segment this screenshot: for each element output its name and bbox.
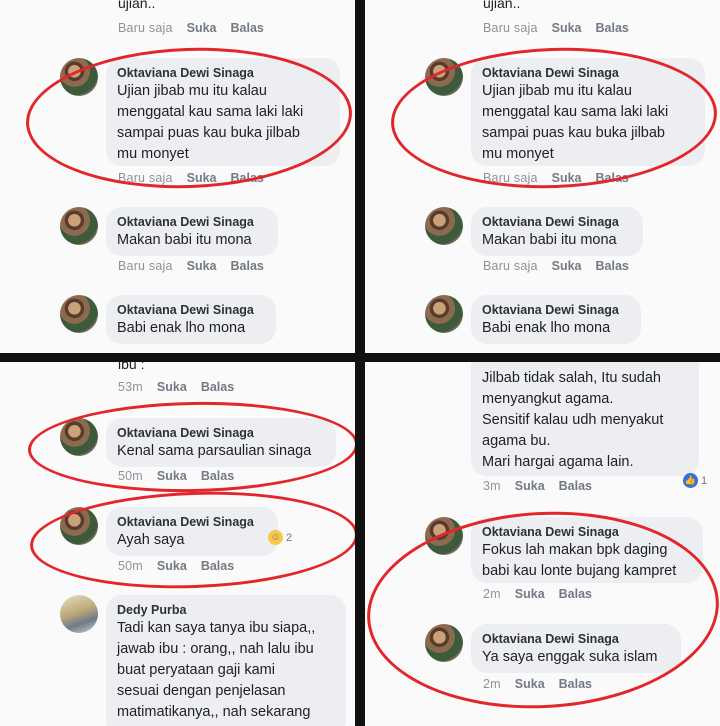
comment-text: Jilbab tidak salah, Itu sudah menyangkut…	[482, 370, 664, 470]
partial-comment-text: ibu :	[118, 362, 145, 372]
comment-time: Baru saja	[118, 21, 173, 35]
comment-text: Tadi kan saya tanya ibu siapa,, jawab ib…	[117, 620, 316, 720]
like-link[interactable]: Suka	[552, 259, 582, 273]
comment-time: 3m	[483, 479, 501, 493]
comment-meta: 53m Suka Balas	[118, 380, 234, 394]
like-link[interactable]: Suka	[157, 380, 187, 394]
comment-text: Makan babi itu mona	[117, 232, 252, 248]
comment-text: Makan babi itu mona	[482, 232, 617, 248]
comment-bubble: Oktaviana Dewi Sinaga Makan babi itu mon…	[471, 207, 643, 256]
panel-bottom-right: Jilbab tidak salah, Itu sudah menyangkut…	[365, 362, 720, 726]
avatar[interactable]	[425, 295, 463, 333]
comment-meta: 3m Suka Balas	[483, 479, 592, 493]
annotation-circle	[365, 502, 720, 718]
comment-meta: Baru saja Suka Balas	[483, 259, 629, 273]
avatar[interactable]	[60, 295, 98, 333]
comment-author[interactable]: Oktaviana Dewi Sinaga	[117, 214, 267, 230]
comment-time: 53m	[118, 380, 143, 394]
panel-top-left: ujian.. Baru saja Suka Balas Oktaviana Dew…	[0, 0, 355, 353]
like-link[interactable]: Suka	[187, 21, 217, 35]
reply-link[interactable]: Balas	[596, 259, 629, 273]
comment-bubble: Oktaviana Dewi Sinaga Babi enak lho mona	[106, 295, 276, 344]
comment-text: Babi enak lho mona	[117, 320, 246, 336]
reply-link[interactable]: Balas	[201, 380, 234, 394]
comment-author[interactable]: Oktaviana Dewi Sinaga	[482, 214, 632, 230]
comment-time: Baru saja	[483, 259, 538, 273]
partial-comment-text: ujian..	[483, 0, 521, 11]
reply-link[interactable]: Balas	[231, 259, 264, 273]
panel-bottom-left: ibu : 53m Suka Balas Oktaviana Dewi Sinaga…	[0, 362, 355, 726]
reaction-badge[interactable]: 👍 1	[683, 473, 707, 488]
comment-author[interactable]: Oktaviana Dewi Sinaga	[482, 302, 630, 318]
comment-time: Baru saja	[118, 259, 173, 273]
comment-bubble: Jilbab tidak salah, Itu sudah menyangkut…	[471, 362, 699, 476]
comment-bubble: Oktaviana Dewi Sinaga Makan babi itu mon…	[106, 207, 278, 256]
comment-meta: Baru saja Suka Balas	[118, 21, 264, 35]
avatar[interactable]	[425, 207, 463, 245]
comment-time: Baru saja	[483, 21, 538, 35]
like-reaction-icon: 👍	[683, 473, 698, 488]
comment-bubble: Oktaviana Dewi Sinaga Babi enak lho mona	[471, 295, 641, 344]
like-link[interactable]: Suka	[187, 259, 217, 273]
comment-text: Babi enak lho mona	[482, 320, 611, 336]
reaction-count: 1	[701, 474, 708, 487]
partial-comment-text: ujian..	[118, 0, 156, 11]
annotation-circle	[27, 399, 355, 495]
comment-meta: Baru saja Suka Balas	[483, 21, 629, 35]
annotation-circle	[28, 486, 355, 594]
panel-top-right: ujian.. Baru saja Suka Balas Oktaviana Dew…	[365, 0, 720, 353]
avatar[interactable]	[60, 207, 98, 245]
reply-link[interactable]: Balas	[559, 479, 592, 493]
reply-link[interactable]: Balas	[596, 21, 629, 35]
comment-bubble: Dedy Purba Tadi kan saya tanya ibu siapa…	[106, 595, 346, 726]
avatar[interactable]	[60, 595, 98, 633]
like-link[interactable]: Suka	[552, 21, 582, 35]
comment-author[interactable]: Oktaviana Dewi Sinaga	[117, 302, 265, 318]
like-link[interactable]: Suka	[515, 479, 545, 493]
comment-meta: Baru saja Suka Balas	[118, 259, 264, 273]
comment-author[interactable]: Dedy Purba	[117, 602, 335, 618]
reply-link[interactable]: Balas	[231, 21, 264, 35]
